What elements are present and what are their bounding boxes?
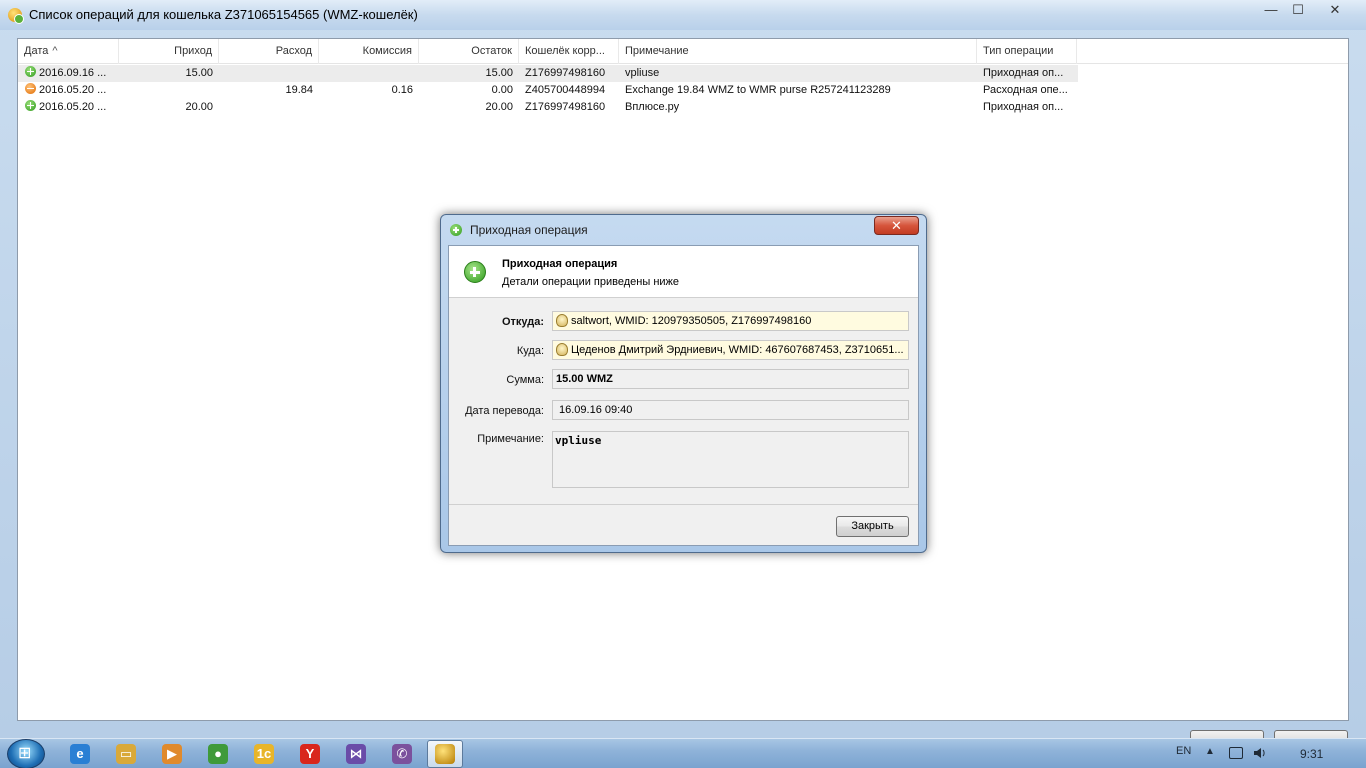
cell-balance: 15.00 — [485, 67, 513, 79]
media-player-icon[interactable]: ▶ — [162, 744, 182, 764]
cell-note: Вплюсе.ру — [625, 101, 680, 113]
column-header-income[interactable]: Приход — [119, 39, 219, 64]
operation-details-dialog: Приходная операция ✕ Приходная операция … — [440, 214, 927, 553]
cell-expense: 19.84 — [285, 84, 313, 96]
column-header-purse[interactable]: Кошелёк корр... — [519, 39, 619, 64]
webmoney-keeper-icon — [8, 8, 24, 24]
dialog-header: Приходная операция Детали операции приве… — [449, 246, 918, 298]
add-circle-icon — [464, 261, 486, 283]
income-icon — [25, 66, 36, 77]
cell-income: 15.00 — [185, 67, 213, 79]
start-button[interactable] — [7, 739, 45, 768]
cell-income: 20.00 — [185, 101, 213, 113]
cell-type: Приходная оп... — [983, 67, 1064, 79]
yandex-browser-icon[interactable]: Y — [300, 744, 320, 764]
chrome-icon[interactable]: ● — [208, 744, 228, 764]
cell-expense — [219, 99, 319, 116]
maximize-button[interactable]: ☐ — [1285, 0, 1311, 20]
from-label: Откуда: — [501, 316, 544, 328]
file-explorer-icon[interactable]: ▭ — [116, 744, 136, 764]
dialog-header-subtitle: Детали операции приведены ниже — [502, 276, 680, 288]
minimize-button[interactable]: — — [1258, 0, 1284, 20]
cell-balance: 0.00 — [491, 84, 513, 96]
column-header-note[interactable]: Примечание — [619, 39, 977, 64]
to-label: Куда: — [516, 345, 544, 357]
cell-fee — [319, 99, 419, 116]
show-hidden-icons-icon[interactable]: ▲ — [1205, 746, 1215, 757]
note-label: Примечание: — [477, 433, 544, 445]
taskbar: e ▭ ▶ ● 1c Y ⋈ ✆ EN ▲ 9:31 — [0, 738, 1366, 768]
dialog-title: Приходная операция — [470, 223, 588, 237]
dialog-close-button[interactable]: ✕ — [874, 216, 919, 235]
cell-expense — [219, 65, 319, 82]
table-row[interactable]: 2016.05.20 ... 20.00 20.00 Z176997498160… — [18, 99, 1078, 116]
cell-purse: Z405700448994 — [525, 84, 606, 96]
dialog-header-title: Приходная операция — [502, 258, 618, 270]
income-icon — [450, 224, 462, 236]
language-indicator[interactable]: EN — [1176, 745, 1191, 757]
column-header-type[interactable]: Тип операции — [977, 39, 1077, 64]
cell-fee: 0.16 — [391, 84, 413, 96]
column-header-date[interactable]: Дата ^ — [18, 39, 119, 64]
viber-icon[interactable]: ✆ — [392, 744, 412, 764]
volume-icon[interactable] — [1253, 747, 1267, 759]
cell-note: Exchange 19.84 WMZ to WMR purse R2572411… — [625, 84, 891, 96]
wmid-certificate-icon — [556, 343, 568, 356]
cell-purse: Z176997498160 — [525, 67, 606, 79]
cell-income — [119, 82, 219, 99]
column-header-expense[interactable]: Расход — [219, 39, 319, 64]
taskbar-webmoney-keeper[interactable] — [427, 740, 463, 768]
transfer-date-field[interactable]: 16.09.16 09:40 — [552, 400, 909, 420]
from-field[interactable]: saltwort, WMID: 120979350505, Z176997498… — [552, 311, 909, 331]
column-header-balance[interactable]: Остаток — [419, 39, 519, 64]
amount-label: Сумма: — [506, 374, 544, 386]
table-row[interactable]: 2016.05.20 ... 19.84 0.16 0.00 Z40570044… — [18, 82, 1078, 99]
table-row[interactable]: 2016.09.16 ... 15.00 15.00 Z176997498160… — [18, 65, 1078, 82]
divider — [449, 504, 918, 505]
sort-ascending-icon: ^ — [52, 45, 58, 57]
cell-date: 2016.09.16 ... — [39, 67, 107, 79]
wmid-certificate-icon — [556, 314, 568, 327]
column-header-fee[interactable]: Комиссия — [319, 39, 419, 64]
income-icon — [25, 100, 36, 111]
window-title: Список операций для кошелька Z3710651545… — [29, 7, 418, 22]
1c-icon[interactable]: 1c — [254, 744, 274, 764]
visual-studio-icon[interactable]: ⋈ — [346, 744, 366, 764]
table-header: Дата ^ Приход Расход Комиссия Остаток Кош… — [18, 39, 1348, 64]
dialog-body: Приходная операция Детали операции приве… — [448, 245, 919, 546]
webmoney-keeper-icon — [435, 744, 455, 764]
title-bar[interactable]: Список операций для кошелька Z3710651545… — [0, 0, 1366, 30]
cell-note: vpliuse — [625, 67, 660, 79]
clock[interactable]: 9:31 — [1300, 747, 1323, 761]
cell-balance: 20.00 — [485, 101, 513, 113]
cell-date: 2016.05.20 ... — [39, 84, 107, 96]
close-window-button[interactable]: ✕ — [1313, 0, 1357, 20]
cell-type: Приходная оп... — [983, 101, 1064, 113]
amount-field[interactable]: 15.00 WMZ — [552, 369, 909, 389]
cell-type: Расходная опе... — [983, 84, 1068, 96]
cell-fee — [319, 65, 419, 82]
power-icon[interactable] — [1229, 747, 1243, 759]
expense-icon — [25, 83, 36, 94]
note-field[interactable]: vpliuse — [552, 431, 909, 488]
internet-explorer-icon[interactable]: e — [70, 744, 90, 764]
cell-purse: Z176997498160 — [525, 101, 606, 113]
transfer-date-label: Дата перевода: — [465, 405, 544, 417]
cell-date: 2016.05.20 ... — [39, 101, 107, 113]
close-button[interactable]: Закрыть — [836, 516, 909, 537]
to-field[interactable]: Цеденов Дмитрий Эрдниевич, WMID: 4676076… — [552, 340, 909, 360]
